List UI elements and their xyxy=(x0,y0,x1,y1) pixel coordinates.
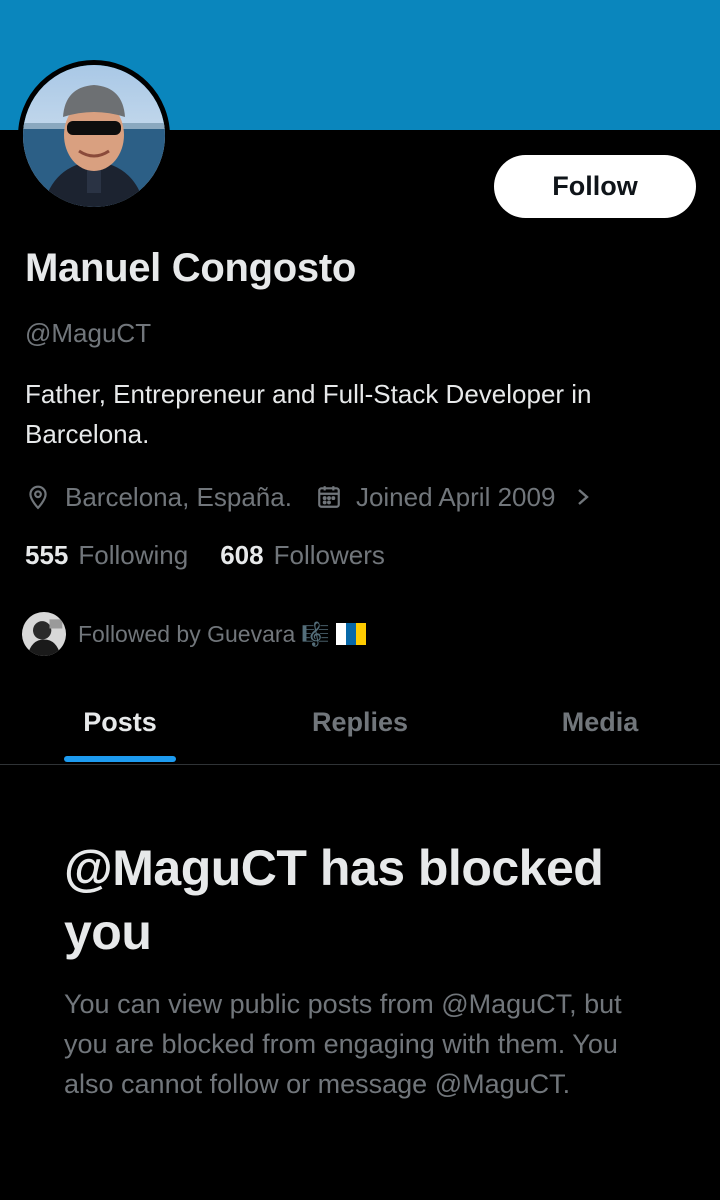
followers-count: 608 xyxy=(220,540,264,570)
profile-stats: 555 Following 608 Followers xyxy=(25,540,385,571)
followed-by-text: Followed by Guevara xyxy=(78,620,296,647)
canary-islands-flag-icon xyxy=(335,622,366,645)
blocked-title: @MaguCT has blocked you xyxy=(64,840,604,960)
followers-label: Followers xyxy=(273,540,385,570)
music-score-emoji: 🎼 xyxy=(301,620,330,647)
profile-page: Follow Manuel Congosto @MaguCT Father, E… xyxy=(0,0,720,1200)
avatar-photo xyxy=(23,65,165,207)
followed-by[interactable]: Followed by Guevara 🎼 xyxy=(20,610,366,658)
following-link[interactable]: 555 Following xyxy=(25,540,188,571)
profile-handle: @MaguCT xyxy=(25,318,152,348)
profile-name: Manuel Congosto xyxy=(25,246,357,290)
profile-meta: Barcelona, España. Joined April 2009 xyxy=(25,478,593,516)
profile-bio: Father, Entrepreneur and Full-Stack Deve… xyxy=(25,379,592,449)
active-tab-indicator xyxy=(64,756,176,762)
following-label: Following xyxy=(78,540,189,570)
follow-button[interactable]: Follow xyxy=(494,155,696,218)
tab-posts[interactable]: Posts xyxy=(0,680,240,764)
calendar-icon xyxy=(316,484,342,510)
profile-avatar[interactable] xyxy=(18,60,170,212)
followers-link[interactable]: 608 Followers xyxy=(220,540,385,571)
tab-replies[interactable]: Replies xyxy=(240,680,480,764)
tab-media[interactable]: Media xyxy=(480,680,720,764)
blocked-message: You can view public posts from @MaguCT, … xyxy=(64,989,622,1099)
chevron-right-icon[interactable] xyxy=(573,484,593,510)
following-count: 555 xyxy=(25,540,69,570)
follower-avatar xyxy=(20,610,68,658)
profile-tabs: Posts Replies Media xyxy=(0,680,720,765)
profile-location: Barcelona, España. xyxy=(65,481,292,512)
location-pin-icon xyxy=(25,484,51,510)
profile-joined: Joined April 2009 xyxy=(355,481,556,512)
